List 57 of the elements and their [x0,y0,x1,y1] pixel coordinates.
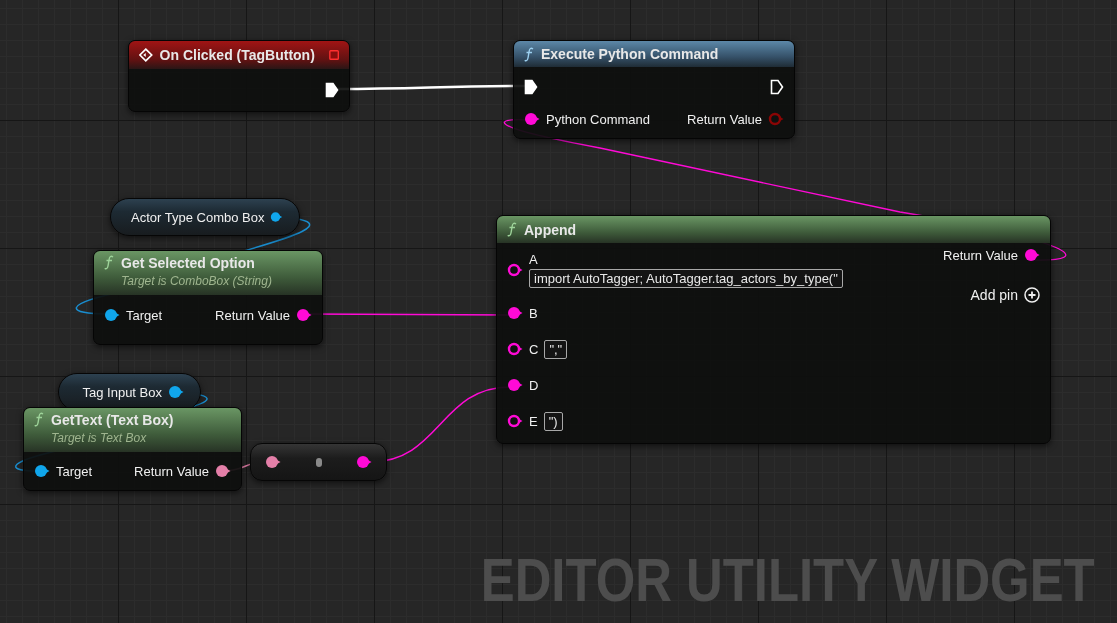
pin-icon[interactable] [215,464,231,478]
exec-pin-icon[interactable] [770,79,784,95]
function-icon [104,255,114,270]
pin-icon[interactable] [34,464,50,478]
pin-label: Return Value [215,307,290,323]
pin-label: E [529,413,538,429]
function-node[interactable]: Execute Python Command Python Command Return Value [513,40,795,139]
pin-label: C [529,341,539,357]
node-title: Get Selected Option [121,255,256,271]
pin-icon[interactable] [356,455,372,469]
event-icon [139,47,153,63]
pin-label: Target [126,307,163,323]
pin-label: Target [56,463,93,479]
pin-icon[interactable] [524,112,540,126]
function-icon [524,46,534,62]
input-field[interactable]: "," [544,339,568,359]
pin-label: Return Value [943,247,1018,263]
node-title: On Clicked (TagButton) [159,47,315,63]
event-node[interactable]: On Clicked (TagButton) [128,40,350,112]
stop-icon [328,49,339,61]
pin-label: Return Value [687,111,762,127]
add-pin-label[interactable]: Add pin [970,287,1018,303]
pin-icon[interactable] [507,414,523,428]
variable-name: Actor Type Combo Box [131,209,265,225]
pin-icon[interactable] [507,306,523,320]
pin-icon[interactable] [507,342,523,356]
pin-icon[interactable] [270,210,283,224]
pin-label: B [529,305,538,321]
variable-name: Tag Input Box [82,384,162,400]
pin-label: Python Command [546,111,651,127]
pin-icon[interactable] [507,263,523,277]
exec-pin-icon[interactable] [325,82,339,98]
pin-icon[interactable] [265,455,281,469]
pin-label: D [529,377,539,393]
node-title: Execute Python Command [541,46,719,62]
node-subtitle: Target is ComboBox (String) [121,274,272,288]
function-node[interactable]: Append A import AutoTagger; AutoTagger.tag_actors_by_type(" B C "," D E ") Return Value Add pin [496,215,1051,444]
pin-icon[interactable] [1024,248,1040,262]
exec-pin-icon[interactable] [524,79,538,95]
node-subtitle: Target is Text Box [51,431,148,445]
node-title: Append [524,221,577,238]
pin-label: A [529,252,538,267]
input-field[interactable]: import AutoTagger; AutoTagger.tag_actors_by_type(" [529,269,843,288]
node-title: GetText (Text Box) [51,412,174,428]
pin-icon[interactable] [104,308,120,322]
function-node[interactable]: Get Selected Option Target is ComboBox (String) Target Return Value [93,250,323,345]
function-icon [34,412,44,427]
pin-label: Return Value [134,463,209,479]
pin-icon[interactable] [296,308,312,322]
conversion-node[interactable] [250,443,387,481]
variable-node[interactable]: Actor Type Combo Box [110,198,300,236]
input-field[interactable]: ") [543,411,563,431]
pin-icon[interactable] [507,378,523,392]
function-icon [507,222,517,237]
pin-icon[interactable] [168,385,184,399]
add-icon[interactable] [1024,287,1040,303]
function-node[interactable]: GetText (Text Box) Target is Text Box Target Return Value [23,407,242,491]
